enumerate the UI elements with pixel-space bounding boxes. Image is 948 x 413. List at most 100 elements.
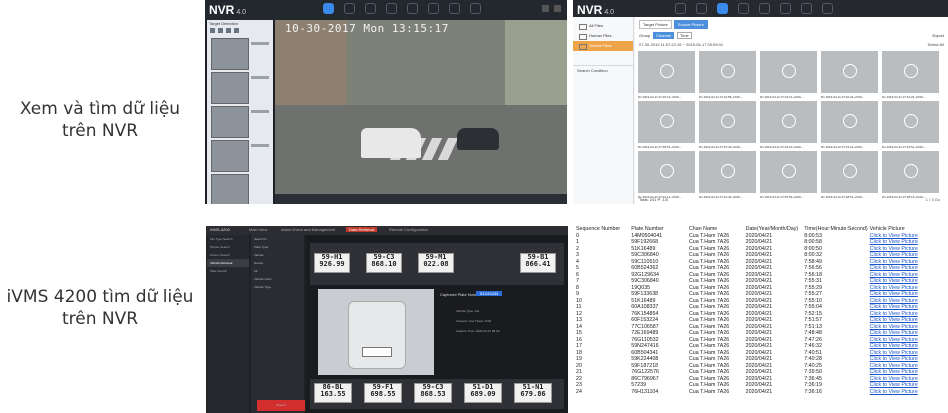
- list-icon[interactable]: [226, 28, 231, 33]
- plate-thumbnail[interactable]: 86-BL 163.55: [314, 383, 352, 403]
- play-icon[interactable]: [904, 64, 918, 78]
- file-tile[interactable]: D1 2019-04-11 07:45:53~2019-...: [760, 151, 817, 199]
- view-picture-link[interactable]: Click to View Picture: [870, 291, 918, 297]
- play-icon[interactable]: [721, 164, 735, 178]
- file-icon[interactable]: [717, 3, 728, 14]
- tab-target-picture[interactable]: Target Picture: [639, 20, 672, 29]
- view-picture-link[interactable]: Click to View Picture: [870, 304, 918, 310]
- view-picture-link[interactable]: Click to View Picture: [870, 278, 918, 284]
- view-picture-link[interactable]: Click to View Picture: [870, 376, 918, 382]
- pager[interactable]: 1 / 3 Go: [926, 197, 940, 202]
- plate-thumbnail[interactable]: 59-M1 022.08: [418, 253, 454, 273]
- play-icon[interactable]: [904, 164, 918, 178]
- view-picture-link[interactable]: Click to View Picture: [870, 382, 918, 388]
- camera-live-view[interactable]: [275, 20, 567, 194]
- play-icon[interactable]: [721, 114, 735, 128]
- system-icon[interactable]: [801, 3, 812, 14]
- minimize-icon[interactable]: [542, 5, 549, 12]
- plate-thumbnail[interactable]: 51-N1 679.86: [514, 383, 552, 403]
- file-tile[interactable]: D1 2019-04-11 07:42:14~2019-...: [638, 151, 695, 199]
- target-thumbnail[interactable]: [211, 140, 249, 172]
- target-thumbnail[interactable]: [211, 72, 249, 104]
- view-picture-link[interactable]: Click to View Picture: [870, 265, 918, 271]
- smart-icon[interactable]: [386, 3, 397, 14]
- view-picture-link[interactable]: Click to View Picture: [870, 239, 918, 245]
- view-picture-link[interactable]: Click to View Picture: [870, 285, 918, 291]
- sidebar-item[interactable]: Vehicle Retrieval: [207, 259, 249, 267]
- sidebar-item[interactable]: Plate Search: [207, 267, 249, 275]
- file-tile[interactable]: D1 2019-04-11 07:43:43~2019-...: [699, 101, 756, 149]
- human-filter-icon[interactable]: [210, 28, 215, 33]
- view-picture-link[interactable]: Click to View Picture: [870, 324, 918, 330]
- play-icon[interactable]: [660, 64, 674, 78]
- camera-icon[interactable]: [759, 3, 770, 14]
- search-condition[interactable]: Search Condition: [573, 65, 633, 75]
- tab-remote-config[interactable]: Remote Configuration: [386, 227, 431, 232]
- play-icon[interactable]: [904, 114, 918, 128]
- maintenance-icon[interactable]: [822, 3, 833, 14]
- view-picture-link[interactable]: Click to View Picture: [870, 337, 918, 343]
- file-tile[interactable]: D1 2019-04-11 07:24:12~2019-...: [760, 51, 817, 99]
- view-picture-link[interactable]: Click to View Picture: [870, 233, 918, 239]
- view-picture-link[interactable]: Click to View Picture: [870, 343, 918, 349]
- view-picture-link[interactable]: Click to View Picture: [870, 389, 918, 395]
- view-picture-link[interactable]: Click to View Picture: [870, 272, 918, 278]
- sidebar-item-human-files[interactable]: Human Files: [573, 31, 633, 41]
- view-picture-link[interactable]: Click to View Picture: [870, 311, 918, 317]
- close-icon[interactable]: [554, 5, 561, 12]
- playback-icon[interactable]: [696, 3, 707, 14]
- table-cell-picture[interactable]: Click to View Picture: [869, 389, 948, 396]
- file-tile[interactable]: D1 2019-04-11 07:43:19~2019-...: [821, 101, 878, 149]
- plate-thumbnail[interactable]: 59-F1 698.55: [364, 383, 402, 403]
- select-all[interactable]: Select All: [928, 42, 944, 47]
- smart-icon[interactable]: [738, 3, 749, 14]
- live-view-icon[interactable]: [675, 3, 686, 14]
- filter-item[interactable]: Vehicle: [251, 251, 304, 259]
- play-icon[interactable]: [660, 164, 674, 178]
- time-button[interactable]: Time: [677, 32, 692, 39]
- file-tile[interactable]: D1 2019-04-11 07:44:44~2019-...: [699, 151, 756, 199]
- sidebar-item-all-files[interactable]: All Files: [573, 21, 633, 31]
- tab-alarm-event[interactable]: Alarm Event and Management: [278, 227, 338, 232]
- tab-main-view[interactable]: Main View: [246, 227, 270, 232]
- grid-icon[interactable]: [234, 28, 239, 33]
- view-picture-link[interactable]: Click to View Picture: [870, 246, 918, 252]
- live-view-icon[interactable]: [323, 3, 334, 14]
- file-icon[interactable]: [365, 3, 376, 14]
- play-icon[interactable]: [782, 114, 796, 128]
- play-icon[interactable]: [721, 64, 735, 78]
- play-icon[interactable]: [782, 64, 796, 78]
- file-tile[interactable]: D1 2019-04-11 07:48:51~2019-...: [821, 151, 878, 199]
- target-thumbnail[interactable]: [211, 106, 249, 138]
- filter-item[interactable]: All: [251, 267, 304, 275]
- sidebar-item-vehicle-files[interactable]: Vehicle Files: [573, 41, 633, 51]
- playback-icon[interactable]: [344, 3, 355, 14]
- plate-thumbnail[interactable]: 59-H1 926.99: [314, 253, 350, 273]
- target-thumbnail[interactable]: [211, 38, 249, 70]
- view-picture-link[interactable]: Click to View Picture: [870, 317, 918, 323]
- play-icon[interactable]: [843, 164, 857, 178]
- view-picture-link[interactable]: Click to View Picture: [870, 363, 918, 369]
- plate-thumbnail[interactable]: 59-B1 866.41: [520, 253, 556, 273]
- file-tile[interactable]: D1 2019-04-11 07:43:51~2019-...: [882, 101, 939, 149]
- play-icon[interactable]: [660, 114, 674, 128]
- filter-item[interactable]: Device: [251, 259, 304, 267]
- tab-source-picture[interactable]: Source Picture: [673, 20, 708, 29]
- view-picture-link[interactable]: Click to View Picture: [870, 356, 918, 362]
- view-picture-link[interactable]: Click to View Picture: [870, 369, 918, 375]
- storage-icon[interactable]: [780, 3, 791, 14]
- tab-data-retrieval[interactable]: Data Retrieval: [346, 227, 378, 232]
- view-picture-link[interactable]: Click to View Picture: [870, 252, 918, 258]
- file-tile[interactable]: D1 2019-04-11 07:48:51~2019-...: [638, 101, 695, 149]
- file-tile[interactable]: D1 2019-04-11 07:22:58~2019-...: [699, 51, 756, 99]
- view-picture-link[interactable]: Click to View Picture: [870, 350, 918, 356]
- camera-icon[interactable]: [407, 3, 418, 14]
- channel-button[interactable]: Channel: [653, 32, 675, 39]
- sidebar-item[interactable]: Picture Search: [207, 243, 249, 251]
- filter-item[interactable]: Vehicle Type: [251, 283, 304, 291]
- export-button[interactable]: Export: [932, 33, 944, 38]
- plate-thumbnail[interactable]: 51-D1 689.09: [464, 383, 502, 403]
- file-tile[interactable]: D1 2019-04-11 07:40:23~2019-...: [821, 51, 878, 99]
- storage-icon[interactable]: [428, 3, 439, 14]
- target-thumbnail[interactable]: [211, 174, 249, 204]
